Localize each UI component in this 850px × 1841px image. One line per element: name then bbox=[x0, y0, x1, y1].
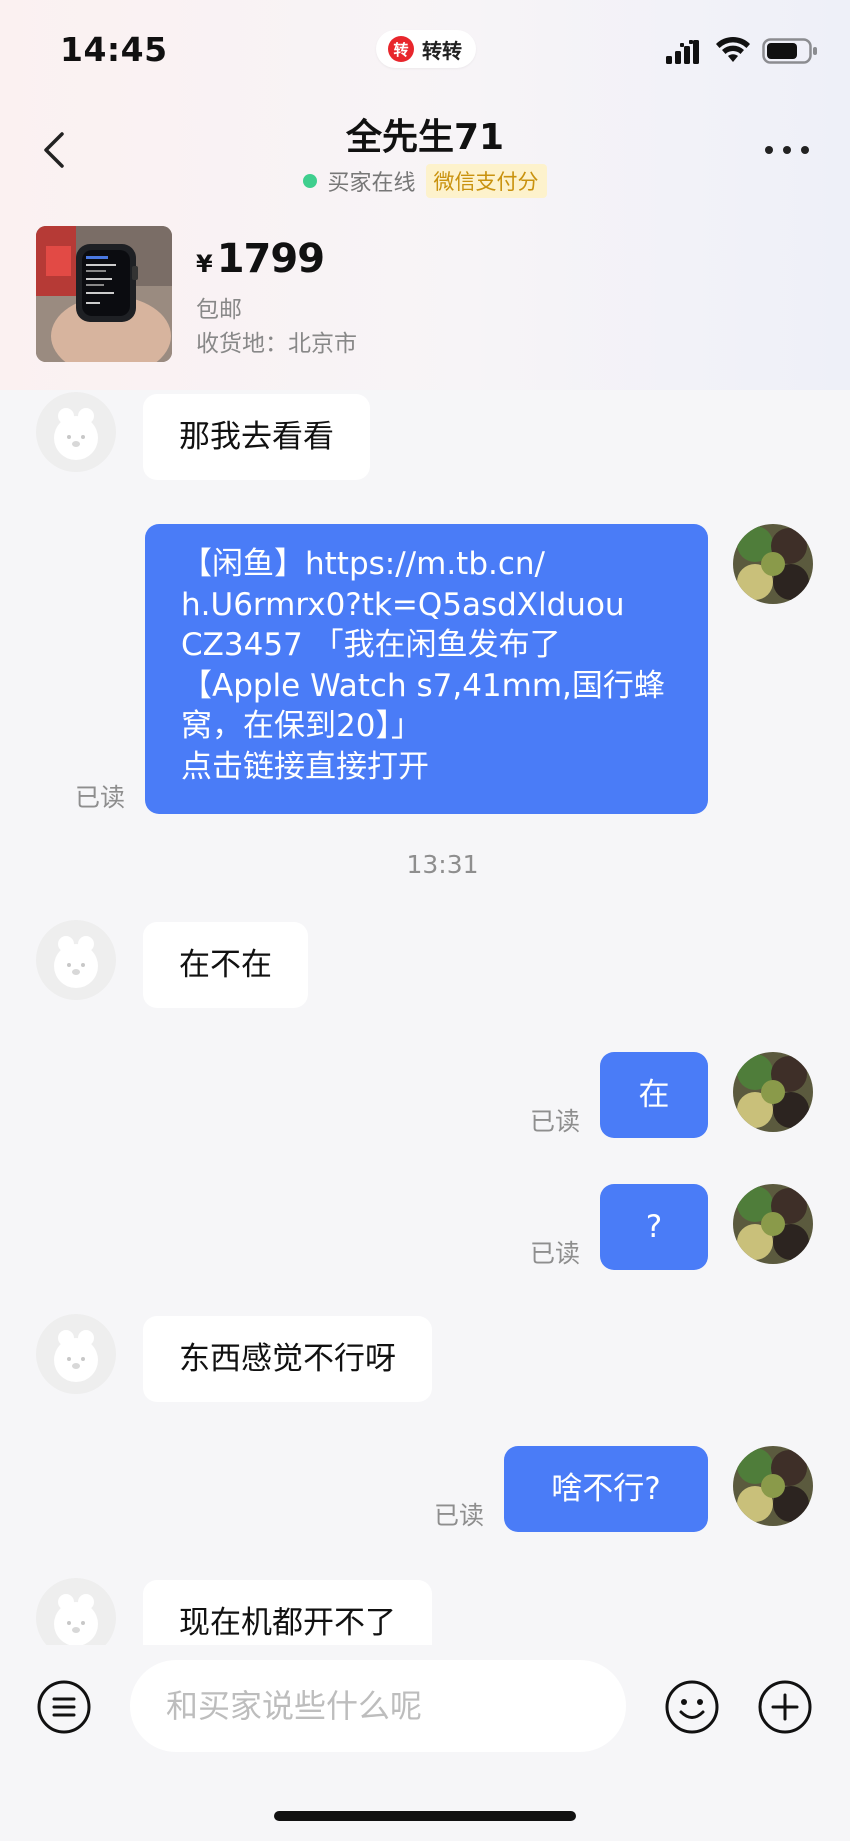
buyer-status-row: 买家在线 微信支付分 bbox=[0, 164, 850, 198]
app-indicator-pill[interactable]: 转 转转 bbox=[376, 30, 476, 68]
message-bubble-outgoing[interactable]: 在 bbox=[600, 1052, 708, 1138]
message-bubble-incoming[interactable]: 那我去看看 bbox=[143, 394, 370, 480]
message-line: CZ3457 「我在闲鱼发布了 bbox=[181, 627, 561, 663]
message-bubble-incoming[interactable]: 东西感觉不行呀 bbox=[143, 1316, 432, 1402]
zhuanzhuan-logo-icon: 转 bbox=[388, 36, 414, 62]
message-line: h.U6rmrx0?tk=Q5asdXlduou bbox=[181, 586, 625, 623]
message-bubble-outgoing[interactable]: 啥不行? bbox=[504, 1446, 708, 1532]
status-time: 14:45 bbox=[60, 30, 168, 69]
price-value: 1799 bbox=[216, 236, 325, 282]
read-receipt: 已读 bbox=[434, 1501, 485, 1530]
status-bar: 14:45 转 转转 bbox=[0, 0, 850, 100]
buyer-avatar[interactable] bbox=[36, 1578, 116, 1645]
app-name: 转转 bbox=[422, 38, 462, 63]
message-line: 窝，在保到20】」 bbox=[181, 708, 422, 744]
shipping-info: 包邮 bbox=[196, 297, 242, 323]
chat-screen: 14:45 转 转转 全先生71 买家在线 微信支付分 ¥ 1799 包邮 收货… bbox=[0, 0, 850, 1841]
read-receipt: 已读 bbox=[530, 1239, 581, 1268]
battery-icon bbox=[762, 38, 817, 64]
message-line: 点击链接直接打开 bbox=[181, 748, 429, 785]
menu-icon[interactable] bbox=[36, 1679, 92, 1735]
input-bar bbox=[0, 1645, 850, 1841]
chat-header: 全先生71 买家在线 微信支付分 bbox=[0, 100, 850, 200]
seller-avatar[interactable] bbox=[733, 1052, 813, 1132]
product-thumbnail-image[interactable] bbox=[36, 226, 172, 362]
message-bubble-outgoing-link[interactable]: 【闲鱼】https://m.tb.cn/ h.U6rmrx0?tk=Q5asdX… bbox=[145, 524, 708, 814]
cellular-signal-icon bbox=[666, 40, 699, 64]
read-receipt: 已读 bbox=[530, 1107, 581, 1136]
message-bubble-outgoing[interactable]: ? bbox=[600, 1184, 708, 1270]
message-timestamp: 13:31 bbox=[406, 850, 479, 879]
buyer-avatar[interactable] bbox=[36, 920, 116, 1000]
buyer-avatar[interactable] bbox=[36, 392, 116, 472]
home-indicator[interactable] bbox=[274, 1811, 576, 1821]
message-bubble-incoming[interactable]: 在不在 bbox=[143, 922, 308, 1008]
wechat-pay-score-badge[interactable]: 微信支付分 bbox=[425, 164, 547, 198]
buyer-online-status: 买家在线 bbox=[327, 171, 416, 196]
message-line: 【Apple Watch s7,41mm,国行蜂 bbox=[181, 667, 665, 704]
buyer-avatar[interactable] bbox=[36, 1314, 116, 1394]
product-price: ¥ 1799 bbox=[196, 236, 325, 282]
wifi-icon bbox=[716, 36, 750, 62]
seller-avatar[interactable] bbox=[733, 1446, 813, 1526]
page-title: 全先生71 bbox=[345, 117, 505, 158]
seller-avatar[interactable] bbox=[733, 524, 813, 604]
delivery-location: 收货地：北京市 bbox=[196, 331, 357, 357]
product-card[interactable]: ¥ 1799 包邮 收货地：北京市 bbox=[36, 226, 816, 366]
read-receipt: 已读 bbox=[75, 783, 126, 812]
currency-symbol: ¥ bbox=[196, 250, 213, 278]
message-input[interactable] bbox=[130, 1660, 626, 1752]
emoji-icon[interactable] bbox=[664, 1679, 720, 1735]
online-indicator-dot bbox=[303, 174, 318, 188]
plus-icon[interactable] bbox=[757, 1679, 813, 1735]
message-list[interactable]: 那我去看看 已读 【闲鱼】https://m.tb.cn/ h.U6rmrx0?… bbox=[0, 392, 850, 1645]
message-line: 【闲鱼】https://m.tb.cn/ bbox=[181, 546, 545, 582]
seller-avatar[interactable] bbox=[733, 1184, 813, 1264]
more-dots-icon[interactable] bbox=[762, 138, 812, 162]
message-bubble-incoming[interactable]: 现在机都开不了 bbox=[143, 1580, 432, 1645]
